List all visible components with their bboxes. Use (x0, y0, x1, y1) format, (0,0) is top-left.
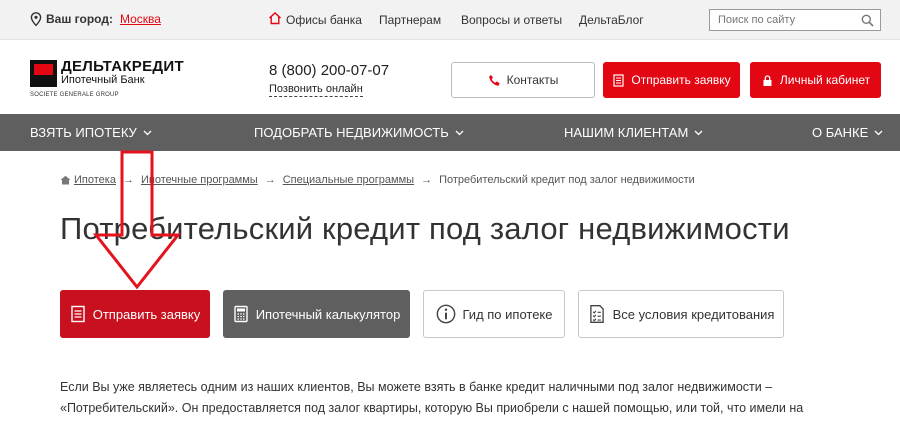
nav-item-label: ПОДОБРАТЬ НЕДВИЖИМОСТЬ (254, 125, 449, 140)
chevron-down-icon (874, 130, 883, 135)
breadcrumb: Ипотека → Ипотечные программы → Специаль… (60, 174, 695, 186)
nav-item-realty[interactable]: ПОДОБРАТЬ НЕДВИЖИМОСТЬ (254, 125, 464, 140)
breadcrumb-separator: → (264, 174, 276, 186)
phone-icon (488, 74, 500, 86)
logo-mark (30, 60, 57, 87)
breadcrumb-link-special[interactable]: Специальные программы (283, 174, 414, 186)
top-bar: Ваш город: Москва Офисы банка Партнерам … (0, 0, 900, 40)
paragraph-line: Если Вы уже являетесь одним из наших кли… (60, 380, 773, 394)
send-request-label: Отправить заявку (92, 306, 201, 322)
nav-item-clients[interactable]: НАШИМ КЛИЕНТАМ (564, 125, 703, 140)
document-icon (613, 73, 624, 87)
nav-item-mortgage[interactable]: ВЗЯТЬ ИПОТЕКУ (30, 125, 152, 140)
nav-item-label: ВЗЯТЬ ИПОТЕКУ (30, 125, 137, 140)
breadcrumb-link-programs[interactable]: Ипотечные программы (141, 174, 258, 186)
conditions-label: Все условия кредитования (612, 306, 775, 322)
chevron-down-icon (455, 130, 464, 135)
partners-link[interactable]: Партнерам (379, 13, 441, 27)
lock-icon (763, 74, 772, 86)
logo-group: SOCIETE GENERALE GROUP (30, 92, 119, 98)
page-title: Потребительский кредит под залог недвижи… (60, 211, 790, 246)
nav-item-label: НАШИМ КЛИЕНТАМ (564, 125, 689, 140)
header-send-request-label: Отправить заявку (631, 73, 731, 87)
offices-link[interactable]: Офисы банка (286, 13, 362, 27)
search-box (709, 9, 881, 31)
nav-item-about[interactable]: О БАНКЕ (812, 125, 883, 140)
guide-button[interactable]: Гид по ипотеке (423, 290, 565, 338)
document-icon (71, 305, 85, 323)
city-selector[interactable]: Ваш город: Москва (30, 12, 161, 26)
city-link[interactable]: Москва (120, 12, 161, 26)
logo-name: ДЕЛЬТАКРЕДИТ (61, 58, 184, 75)
guide-label: Гид по ипотеке (462, 306, 553, 322)
blog-link[interactable]: ДельтаБлог (579, 13, 644, 27)
info-icon (436, 304, 455, 324)
calculator-label: Ипотечный калькулятор (255, 306, 401, 322)
breadcrumb-current: Потребительский кредит под залог недвижи… (439, 174, 695, 186)
search-icon[interactable] (861, 14, 874, 27)
intro-paragraph: Если Вы уже являетесь одним из наших кли… (60, 377, 850, 419)
paragraph-line: «Потребительский». Он предоставляется по… (60, 401, 804, 415)
checklist-icon (589, 305, 604, 323)
contacts-label: Контакты (506, 73, 559, 87)
breadcrumb-separator: → (421, 174, 433, 186)
contacts-button[interactable]: Контакты (451, 62, 595, 98)
calculator-button[interactable]: Ипотечный калькулятор (223, 290, 410, 338)
search-input[interactable] (710, 11, 850, 29)
cabinet-label: Личный кабинет (779, 73, 871, 87)
chevron-down-icon (694, 130, 703, 135)
nav-item-label: О БАНКЕ (812, 125, 869, 140)
home-icon (269, 12, 281, 25)
header-send-request-button[interactable]: Отправить заявку (603, 62, 740, 98)
cabinet-button[interactable]: Личный кабинет (750, 62, 881, 98)
conditions-button[interactable]: Все условия кредитования (578, 290, 784, 338)
callback-link[interactable]: Позвонить онлайн (269, 83, 363, 97)
breadcrumb-separator: → (122, 174, 134, 186)
location-pin-icon (30, 12, 42, 26)
main-nav: ВЗЯТЬ ИПОТЕКУ ПОДОБРАТЬ НЕДВИЖИМОСТЬ НАШ… (0, 114, 900, 151)
city-label: Ваш город: (46, 12, 113, 26)
phone-number[interactable]: 8 (800) 200-07-07 (269, 62, 389, 79)
send-request-button[interactable]: Отправить заявку (60, 290, 210, 338)
logo-subtitle: Ипотечный Банк (61, 74, 145, 86)
chevron-down-icon (143, 130, 152, 135)
breadcrumb-link-mortgage[interactable]: Ипотека (74, 174, 116, 186)
calculator-icon (233, 305, 248, 323)
home-icon (60, 175, 71, 185)
faq-link[interactable]: Вопросы и ответы (461, 13, 562, 27)
